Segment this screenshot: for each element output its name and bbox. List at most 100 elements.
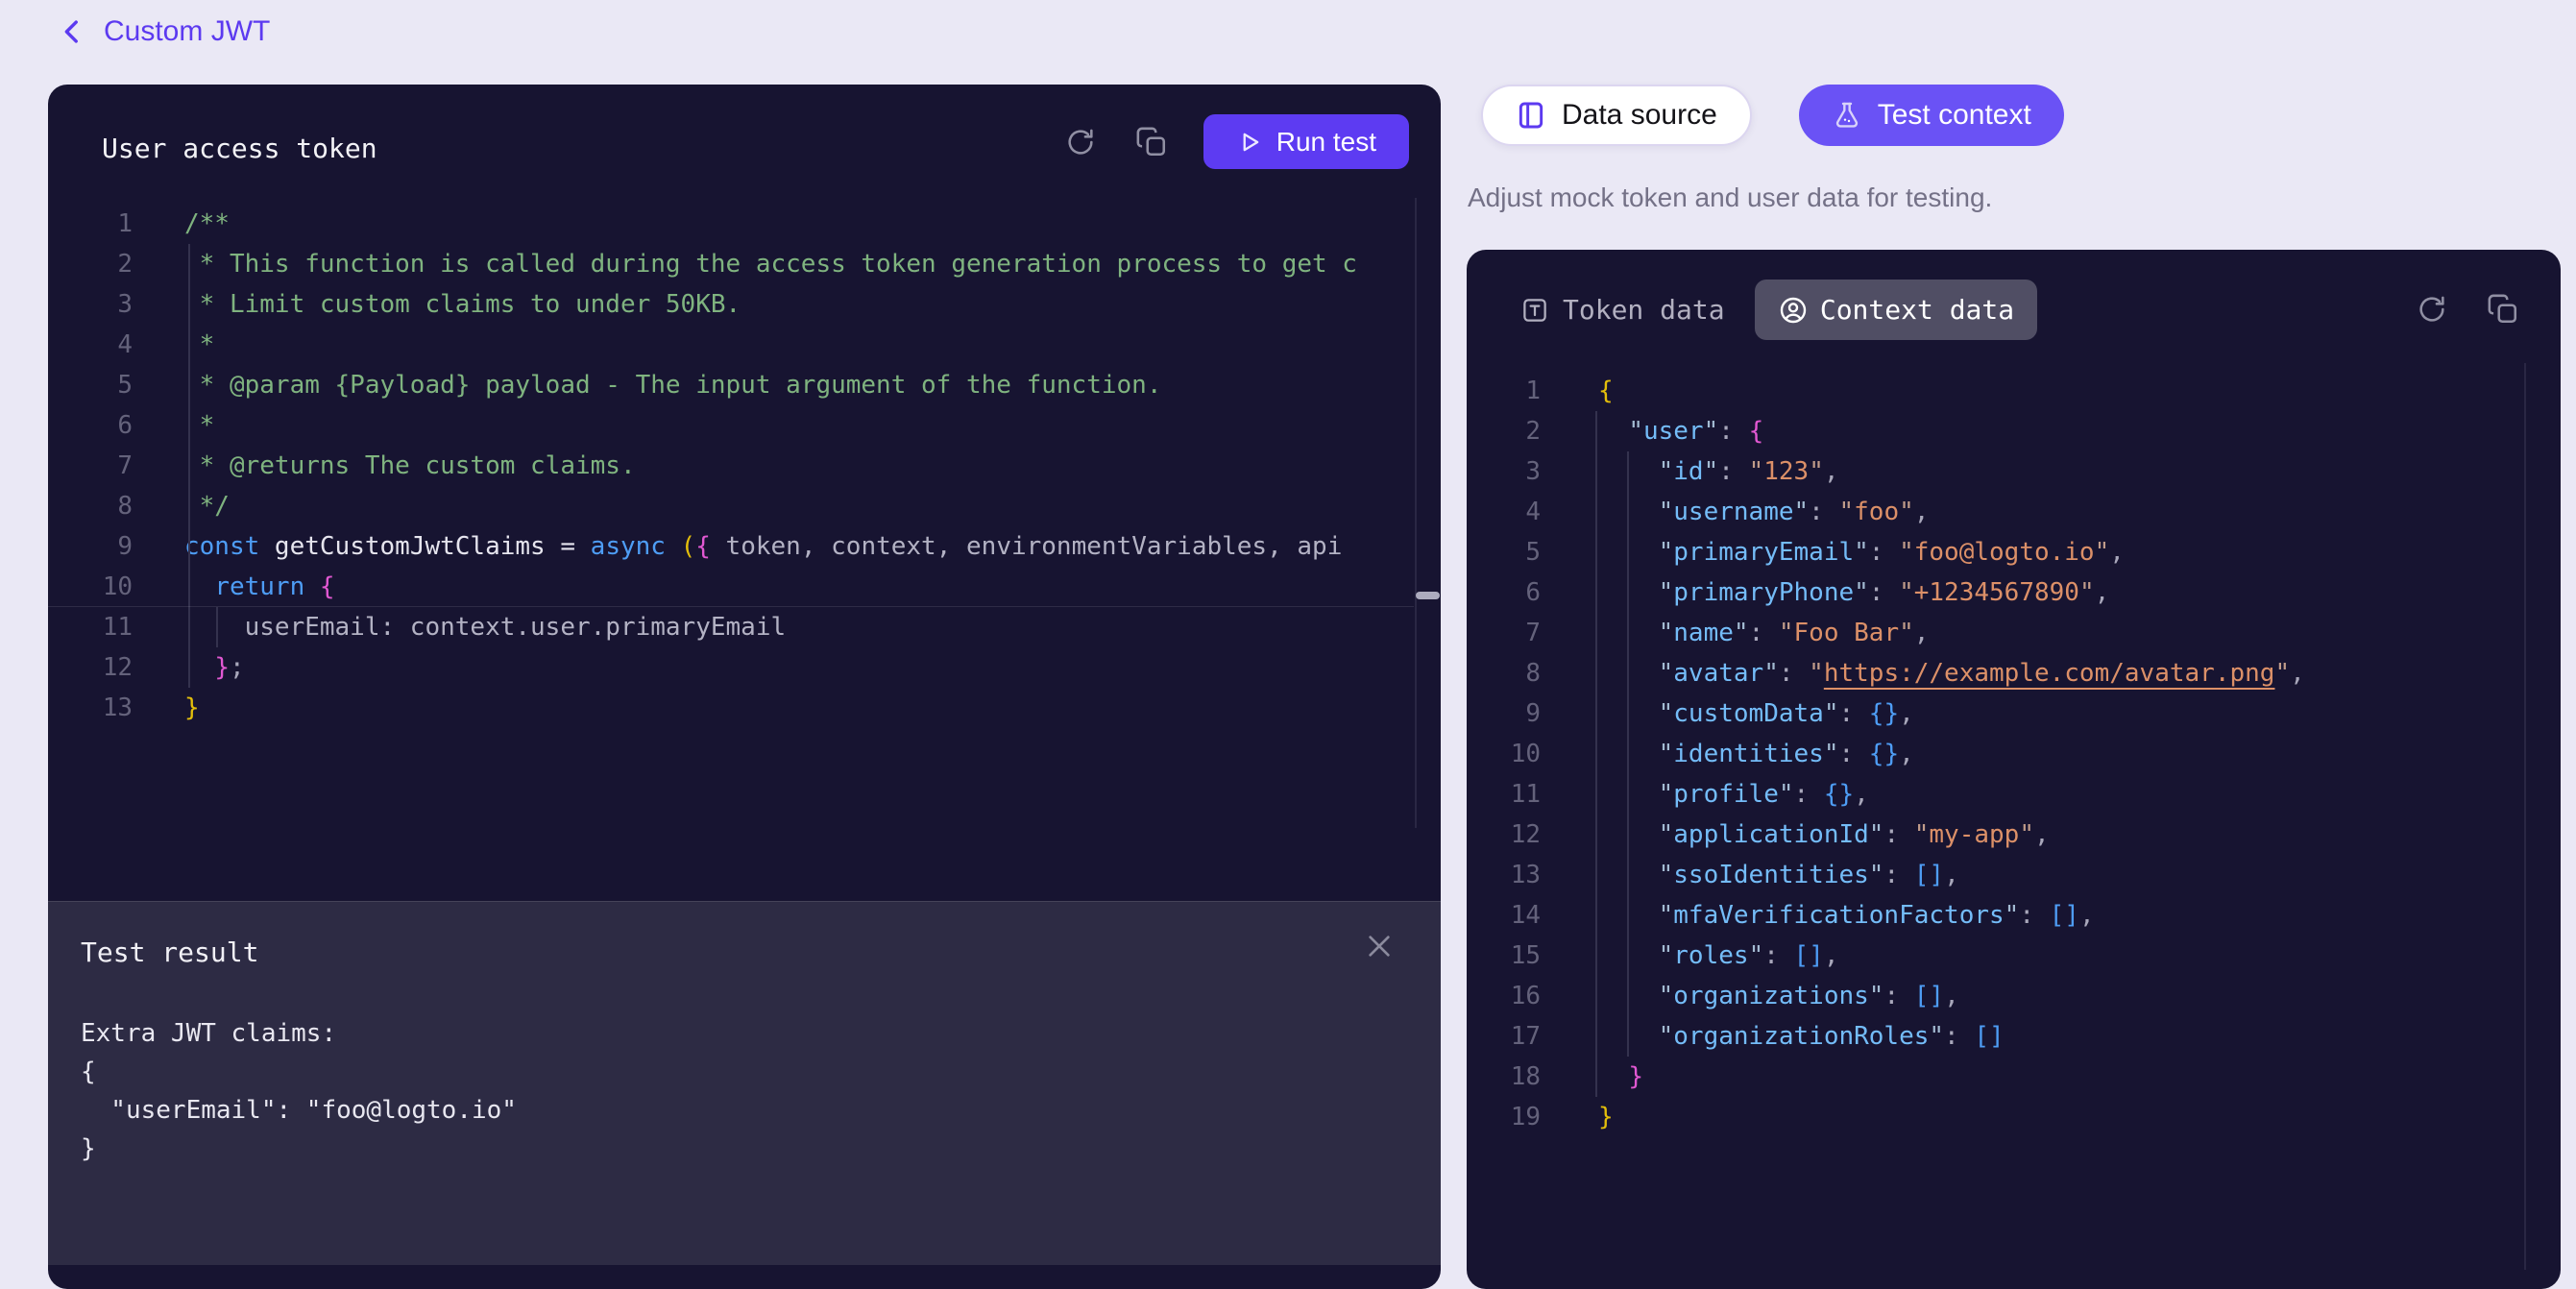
token-icon — [1520, 296, 1549, 325]
line-number: 2 — [1467, 411, 1541, 451]
code-line[interactable]: 18 } — [1467, 1057, 2561, 1097]
code-line[interactable]: 5 * @param {Payload} payload - The input… — [48, 365, 1441, 405]
code-line[interactable]: 2 "user": { — [1467, 411, 2561, 451]
code-line[interactable]: 6 * — [48, 405, 1441, 446]
code-line[interactable]: 13 "ssoIdentities": [], — [1467, 855, 2561, 895]
line-content: "avatar": "https://example.com/avatar.pn… — [1598, 659, 2305, 688]
line-number: 1 — [1467, 371, 1541, 411]
line-content: "user": { — [1598, 417, 1763, 446]
line-content: "name": "Foo Bar", — [1598, 619, 1929, 647]
test-context-button[interactable]: Test context — [1799, 85, 2064, 146]
close-icon — [1364, 931, 1395, 961]
line-number: 1 — [48, 204, 133, 244]
line-number: 6 — [48, 405, 133, 446]
line-number: 7 — [1467, 613, 1541, 653]
line-content: "customData": {}, — [1598, 699, 1914, 728]
line-number: 14 — [1467, 895, 1541, 936]
code-line[interactable]: 9const getCustomJwtClaims = async ({ tok… — [48, 526, 1441, 567]
line-content: "ssoIdentities": [], — [1598, 861, 1959, 889]
code-line[interactable]: 4 * — [48, 325, 1441, 365]
tab-token-data[interactable]: Token data — [1520, 280, 1725, 340]
indent-guide — [216, 607, 218, 647]
data-source-button[interactable]: Data source — [1481, 85, 1752, 146]
code-line[interactable]: 15 "roles": [], — [1467, 936, 2561, 976]
line-number: 3 — [1467, 451, 1541, 492]
code-line[interactable]: 8 "avatar": "https://example.com/avatar.… — [1467, 653, 2561, 693]
indent-guide — [1627, 451, 1629, 1057]
editor-title: User access token — [102, 133, 377, 164]
line-number: 10 — [1467, 734, 1541, 774]
restore-button[interactable] — [2413, 290, 2451, 328]
line-number: 3 — [48, 284, 133, 325]
line-number: 13 — [1467, 855, 1541, 895]
line-number: 18 — [1467, 1057, 1541, 1097]
code-line[interactable]: 10 "identities": {}, — [1467, 734, 2561, 774]
line-number: 12 — [48, 647, 133, 688]
code-line[interactable]: 11 "profile": {}, — [1467, 774, 2561, 815]
code-line[interactable]: 11 userEmail: context.user.primaryEmail — [48, 607, 1441, 647]
line-content: } — [1598, 1103, 1614, 1131]
run-test-button[interactable]: Run test — [1203, 114, 1409, 169]
code-line[interactable]: 5 "primaryEmail": "foo@logto.io", — [1467, 532, 2561, 572]
line-content: }; — [184, 653, 245, 682]
flask-icon — [1832, 98, 1862, 133]
code-line[interactable]: 8 */ — [48, 486, 1441, 526]
tab-token-label: Token data — [1563, 294, 1725, 326]
user-access-token-card: User access token Run test 1/**2 * This … — [48, 85, 1441, 1289]
line-content: "identities": {}, — [1598, 740, 1914, 768]
code-line[interactable]: 4 "username": "foo", — [1467, 492, 2561, 532]
context-data-editor[interactable]: 1{2 "user": {3 "id": "123",4 "username":… — [1467, 371, 2561, 1139]
editor-scrollbar-thumb[interactable] — [1416, 592, 1440, 599]
code-line[interactable]: 19} — [1467, 1097, 2561, 1137]
code-line[interactable]: 2 * This function is called during the a… — [48, 244, 1441, 284]
code-line[interactable]: 12 "applicationId": "my-app", — [1467, 815, 2561, 855]
copy-icon — [2487, 293, 2519, 326]
code-line[interactable]: 3 * Limit custom claims to under 50KB. — [48, 284, 1441, 325]
line-content: "organizations": [], — [1598, 982, 1959, 1010]
line-number: 13 — [48, 688, 133, 728]
restore-button[interactable] — [1061, 123, 1100, 161]
code-line[interactable]: 14 "mfaVerificationFactors": [], — [1467, 895, 2561, 936]
play-icon — [1236, 129, 1263, 156]
code-line[interactable]: 12 }; — [48, 647, 1441, 688]
copy-button[interactable] — [1132, 123, 1171, 161]
code-line[interactable]: 7 "name": "Foo Bar", — [1467, 613, 2561, 653]
line-content: * @param {Payload} payload - The input a… — [184, 371, 1161, 400]
copy-button[interactable] — [2484, 290, 2522, 328]
code-line[interactable]: 16 "organizations": [], — [1467, 976, 2561, 1016]
code-line[interactable]: 3 "id": "123", — [1467, 451, 2561, 492]
code-editor[interactable]: 1/**2 * This function is called during t… — [48, 204, 1441, 742]
data-source-label: Data source — [1562, 99, 1717, 132]
code-line[interactable]: 13} — [48, 688, 1441, 728]
code-line[interactable]: 1/** — [48, 204, 1441, 244]
chevron-left-icon — [56, 15, 88, 48]
tab-context-data[interactable]: Context data — [1755, 280, 2037, 340]
line-number: 19 — [1467, 1097, 1541, 1137]
book-icon — [1516, 98, 1546, 133]
line-number: 9 — [48, 526, 133, 567]
back-link-custom-jwt[interactable]: Custom JWT — [104, 15, 270, 48]
code-line[interactable]: 10 return { — [48, 567, 1441, 607]
line-content: } — [1598, 1062, 1643, 1091]
test-context-label: Test context — [1878, 99, 2031, 132]
close-button[interactable] — [1364, 931, 1402, 969]
code-line[interactable]: 1{ — [1467, 371, 2561, 411]
line-number: 11 — [1467, 774, 1541, 815]
line-number: 17 — [1467, 1016, 1541, 1057]
line-number: 16 — [1467, 976, 1541, 1016]
line-content: "applicationId": "my-app", — [1598, 820, 2050, 849]
code-line[interactable]: 7 * @returns The custom claims. — [48, 446, 1441, 486]
line-content: { — [1598, 377, 1614, 405]
line-number: 15 — [1467, 936, 1541, 976]
refresh-icon — [2416, 293, 2448, 326]
code-line[interactable]: 9 "customData": {}, — [1467, 693, 2561, 734]
copy-icon — [1135, 126, 1168, 158]
editor-header: User access token Run test — [48, 85, 1441, 198]
line-number: 8 — [48, 486, 133, 526]
code-line[interactable]: 17 "organizationRoles": [] — [1467, 1016, 2561, 1057]
breadcrumb[interactable]: Custom JWT — [56, 15, 270, 48]
line-number: 11 — [48, 607, 133, 647]
line-content: "organizationRoles": [] — [1598, 1022, 2005, 1051]
line-content: "username": "foo", — [1598, 498, 1929, 526]
code-line[interactable]: 6 "primaryPhone": "+1234567890", — [1467, 572, 2561, 613]
